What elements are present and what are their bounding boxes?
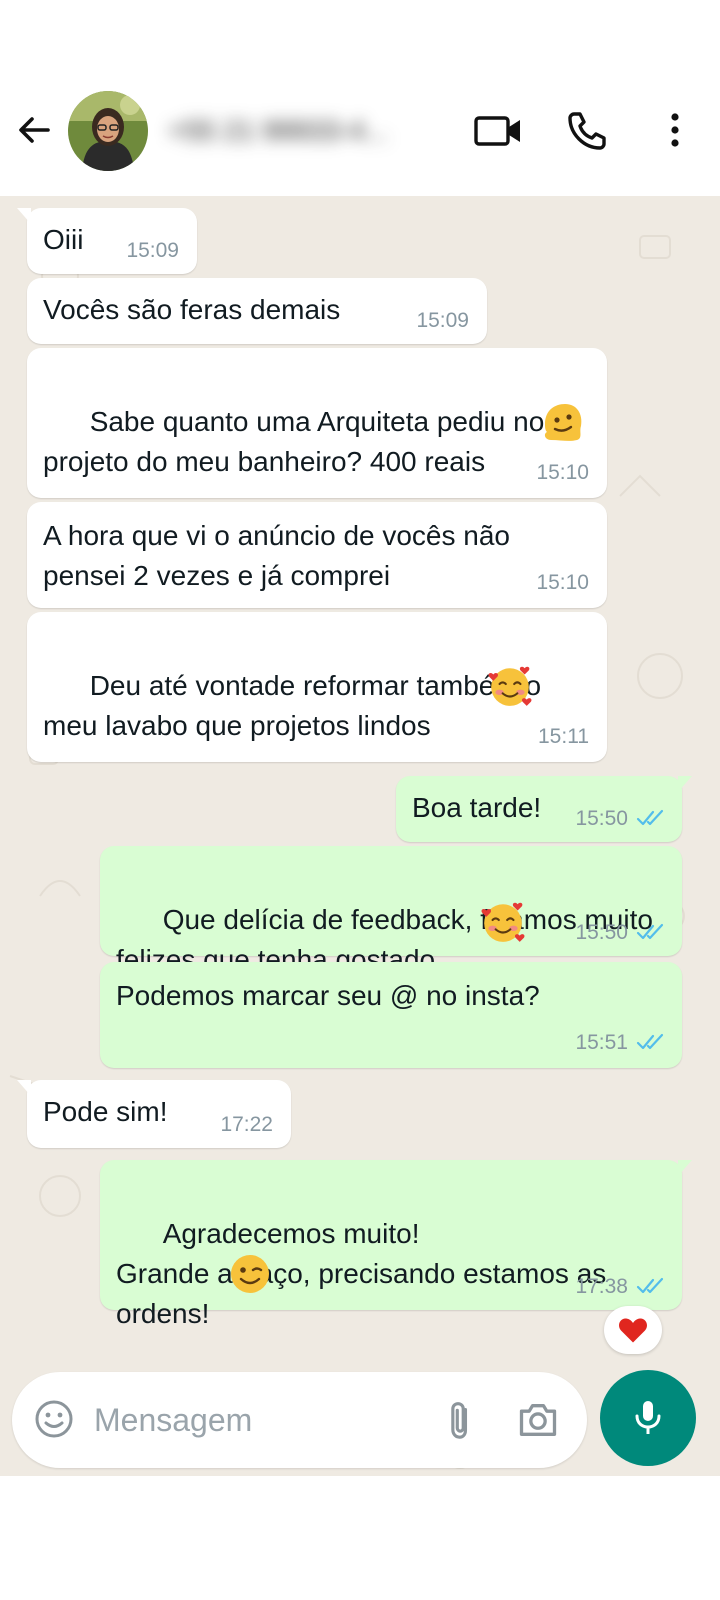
read-receipt-icon bbox=[636, 1033, 664, 1050]
read-receipt-icon bbox=[636, 923, 664, 940]
melting-face-icon bbox=[544, 404, 582, 441]
message-text-body: Agradecemos muito! Grande abraço, precis… bbox=[116, 1218, 607, 1329]
read-receipt-icon bbox=[636, 1277, 664, 1294]
message-text-body: Deu até vontade reformar também o meu la… bbox=[43, 670, 542, 741]
message-text-body: Sabe quanto uma Arquiteta pediu no proje… bbox=[43, 406, 545, 477]
bubble-tail bbox=[17, 208, 31, 224]
message-time: 15:10 bbox=[536, 571, 589, 594]
outgoing-message[interactable]: Que delícia de feedback, ficamos muito f… bbox=[100, 846, 682, 975]
bubble-tail bbox=[678, 1160, 692, 1176]
message-text: A hora que vi o anúncio de vocês não pen… bbox=[43, 520, 511, 591]
back-arrow-icon[interactable] bbox=[14, 110, 54, 150]
message-time: 15:09 bbox=[416, 309, 469, 332]
incoming-message[interactable]: Vocês são feras demais 15:09 bbox=[27, 278, 487, 344]
message-time: 17:22 bbox=[220, 1113, 273, 1136]
bubble-tail bbox=[678, 776, 692, 792]
message-time: 15:09 bbox=[126, 239, 179, 262]
smiling-face-with-hearts-icon bbox=[488, 666, 532, 706]
message-text: Boa tarde! bbox=[412, 792, 542, 823]
message-input[interactable]: Mensagem bbox=[94, 1400, 252, 1440]
voice-record-button[interactable] bbox=[600, 1370, 696, 1466]
incoming-message[interactable]: Oiii 15:09 bbox=[17, 208, 197, 274]
contact-name[interactable]: +55 21 99933-4... bbox=[168, 114, 428, 148]
message-time: 17:38 bbox=[575, 1275, 628, 1298]
outgoing-message[interactable]: Podemos marcar seu @ no insta? 15:51 bbox=[100, 962, 682, 1068]
incoming-message[interactable]: Deu até vontade reformar também o meu la… bbox=[27, 612, 607, 762]
message-time: 15:50 bbox=[575, 921, 628, 944]
more-options-icon[interactable] bbox=[660, 108, 690, 152]
message-composer[interactable]: Mensagem bbox=[12, 1372, 587, 1468]
bottom-spacer bbox=[0, 1476, 720, 1600]
voice-call-icon[interactable] bbox=[566, 108, 610, 152]
message-time: 15:51 bbox=[575, 1031, 628, 1054]
avatar-photo bbox=[68, 91, 148, 171]
message-time: 15:50 bbox=[575, 807, 628, 830]
message-time: 15:10 bbox=[536, 461, 589, 484]
read-receipt-icon bbox=[636, 809, 664, 826]
message-text: Podemos marcar seu @ no insta? bbox=[116, 980, 540, 1011]
incoming-message[interactable]: Pode sim! 17:22 bbox=[17, 1080, 291, 1148]
smiling-face-with-hearts-icon bbox=[481, 902, 525, 942]
bubble-tail bbox=[17, 1080, 31, 1096]
chat-area[interactable]: Oiii 15:09 Vocês são feras demais 15:09 … bbox=[0, 196, 720, 1506]
message-time: 15:11 bbox=[538, 725, 589, 748]
emoji-icon[interactable] bbox=[34, 1399, 74, 1439]
attach-icon[interactable] bbox=[440, 1399, 482, 1441]
outgoing-message[interactable]: Boa tarde! 15:50 bbox=[396, 776, 692, 842]
camera-icon[interactable] bbox=[516, 1398, 560, 1442]
microphone-icon bbox=[635, 1401, 661, 1434]
message-text: Sabe quanto uma Arquiteta pediu no proje… bbox=[43, 362, 593, 522]
chat-header: +55 21 99933-4... bbox=[0, 0, 720, 196]
incoming-message[interactable]: A hora que vi o anúncio de vocês não pen… bbox=[27, 502, 607, 608]
video-call-icon[interactable] bbox=[474, 108, 524, 152]
message-text: Vocês são feras demais bbox=[43, 294, 341, 325]
incoming-message[interactable]: Sabe quanto uma Arquiteta pediu no proje… bbox=[27, 348, 607, 498]
red-heart-icon bbox=[619, 1318, 647, 1343]
message-reaction[interactable] bbox=[604, 1306, 662, 1354]
outgoing-message[interactable]: Agradecemos muito! Grande abraço, precis… bbox=[100, 1160, 692, 1329]
winking-face-icon bbox=[231, 1255, 269, 1293]
contact-avatar[interactable] bbox=[68, 91, 148, 171]
